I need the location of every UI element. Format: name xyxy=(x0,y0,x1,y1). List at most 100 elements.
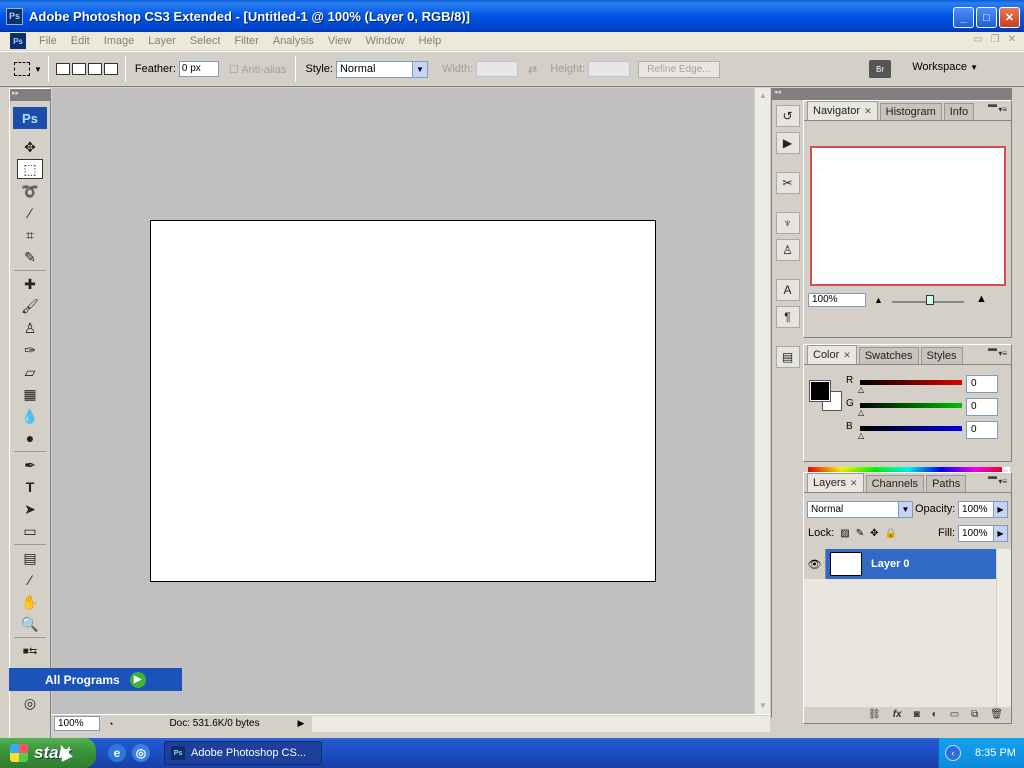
lock-transparent-icon[interactable]: ▨ xyxy=(840,528,849,539)
height-input[interactable] xyxy=(588,61,631,77)
blend-mode-select[interactable]: Normal ▼ xyxy=(807,501,913,518)
panel-menu-icon[interactable]: ▾≡ xyxy=(998,105,1007,114)
layer-mask-icon[interactable]: ◙ xyxy=(914,709,920,720)
brushes-icon[interactable]: ♆ xyxy=(775,212,800,234)
refine-edge-button[interactable]: Refine Edge... xyxy=(638,60,720,78)
doc-close-icon[interactable]: ✕ xyxy=(1008,34,1016,45)
gradient-icon[interactable]: ▦ xyxy=(17,384,43,404)
new-group-icon[interactable]: ▭ xyxy=(950,709,959,720)
quick-mask-icon[interactable]: ◎ xyxy=(17,693,43,713)
path-select-icon[interactable]: ➤ xyxy=(17,499,43,519)
status-menu-icon[interactable]: ▶ xyxy=(298,718,305,729)
clone-source-icon[interactable]: ♙ xyxy=(775,239,800,261)
maximize-button[interactable]: □ xyxy=(976,7,997,28)
horizontal-scrollbar[interactable] xyxy=(312,715,770,732)
tab-layers[interactable]: Layers ✕ xyxy=(807,473,864,492)
foreground-color-swatch[interactable] xyxy=(809,380,831,402)
brush-icon[interactable]: 🖌 xyxy=(17,296,43,316)
tab-styles[interactable]: Styles xyxy=(920,347,963,364)
layer-comps-icon[interactable]: ▤ xyxy=(775,346,800,368)
taskbar-photoshop-item[interactable]: Ps Adobe Photoshop CS... xyxy=(164,741,322,765)
all-programs-menu[interactable]: All Programs ▶ xyxy=(9,668,182,691)
opacity-input[interactable]: 100% ▶ xyxy=(958,501,1008,518)
tab-paths[interactable]: Paths xyxy=(926,475,967,492)
red-slider[interactable] xyxy=(860,380,962,385)
type-icon[interactable]: T xyxy=(17,477,43,497)
menu-layer[interactable]: Layer xyxy=(141,35,183,47)
crop-icon[interactable]: ⌗ xyxy=(17,225,43,245)
green-value-input[interactable]: 0 xyxy=(966,398,998,416)
intersect-selection-icon[interactable] xyxy=(103,63,118,75)
menu-window[interactable]: Window xyxy=(358,35,411,47)
zoom-in-icon[interactable]: ▲ xyxy=(976,293,987,305)
new-layer-icon[interactable]: ⧉ xyxy=(971,709,978,720)
layer-name[interactable]: Layer 0 xyxy=(871,558,910,570)
zoom-out-icon[interactable]: ▲ xyxy=(874,295,883,305)
shape-icon[interactable]: ▭ xyxy=(17,521,43,541)
vertical-scrollbar[interactable]: ▲ ▼ xyxy=(754,88,770,714)
menu-help[interactable]: Help xyxy=(412,35,449,47)
character-icon[interactable]: A xyxy=(775,279,800,301)
panel-menu-icon[interactable]: ▾≡ xyxy=(998,477,1007,486)
tab-navigator[interactable]: Navigator ✕ xyxy=(807,101,878,120)
eye-icon[interactable]: 👁 xyxy=(804,549,826,579)
clone-stamp-icon[interactable]: ♙ xyxy=(17,318,43,338)
history-icon[interactable]: ↺ xyxy=(775,105,800,127)
lock-all-icon[interactable]: 🔒 xyxy=(885,528,897,539)
chevron-right-icon[interactable]: ▶ xyxy=(993,502,1007,517)
pen-icon[interactable]: ✒ xyxy=(17,455,43,475)
internet-explorer-icon[interactable]: e xyxy=(108,744,126,762)
color-swatch-icon[interactable]: ■⇆ xyxy=(17,641,43,661)
tools-collapse-icon[interactable]: ▸▸ xyxy=(10,89,50,101)
slider-handle-icon[interactable]: △ xyxy=(858,431,864,440)
quick-launch-icon[interactable]: ◎ xyxy=(132,744,150,762)
move-icon[interactable]: ✥ xyxy=(17,137,43,157)
menu-analysis[interactable]: Analysis xyxy=(266,35,321,47)
menu-image[interactable]: Image xyxy=(97,35,142,47)
doc-restore-icon[interactable]: ❐ xyxy=(991,34,1000,45)
preset-dropdown-icon[interactable]: ▼ xyxy=(34,65,42,74)
document-icon[interactable]: Ps xyxy=(10,33,26,49)
close-icon[interactable]: ✕ xyxy=(850,478,858,489)
zoom-icon[interactable]: 🔍 xyxy=(17,614,43,634)
slice-icon[interactable]: ✎ xyxy=(17,247,43,267)
dock-collapse-icon[interactable]: ◂◂ xyxy=(772,88,803,100)
tool-presets-icon[interactable]: ✂ xyxy=(775,172,800,194)
show-hidden-icons-icon[interactable]: ‹ xyxy=(945,745,961,761)
lock-position-icon[interactable]: ✥ xyxy=(870,528,878,539)
panel-minimize-icon[interactable]: ▬ xyxy=(988,343,997,353)
lock-image-icon[interactable]: ✎ xyxy=(856,528,864,539)
close-icon[interactable]: ✕ xyxy=(864,106,872,117)
notes-icon[interactable]: ▤ xyxy=(17,548,43,568)
navigator-zoom-input[interactable]: 100% xyxy=(808,293,866,307)
adjustment-layer-icon[interactable]: ◐ xyxy=(932,709,938,720)
marquee-icon[interactable]: ⬚ xyxy=(17,159,43,179)
start-button[interactable]: start xyxy=(0,738,96,768)
lasso-icon[interactable]: ➰ xyxy=(17,181,43,201)
work-area[interactable] xyxy=(52,88,754,714)
close-icon[interactable]: ✕ xyxy=(843,350,851,361)
layer-style-icon[interactable]: fx xyxy=(893,709,902,720)
layer-thumbnail[interactable] xyxy=(830,552,862,576)
scroll-up-icon[interactable]: ▲ xyxy=(755,88,771,104)
blue-slider[interactable] xyxy=(860,426,962,431)
tab-swatches[interactable]: Swatches xyxy=(858,347,919,364)
layer-row[interactable]: 👁 Layer 0 xyxy=(804,549,996,579)
tab-histogram[interactable]: Histogram xyxy=(879,103,942,120)
navigator-preview[interactable] xyxy=(810,146,1006,286)
layers-scrollbar[interactable] xyxy=(997,549,1011,707)
panel-minimize-icon[interactable]: ▬ xyxy=(988,471,997,481)
tab-channels[interactable]: Channels xyxy=(865,475,925,492)
history-brush-icon[interactable]: ✑ xyxy=(17,340,43,360)
clock[interactable]: 8:35 PM xyxy=(975,747,1016,759)
magic-wand-icon[interactable]: ⁄ xyxy=(17,203,43,223)
menu-view[interactable]: View xyxy=(321,35,359,47)
minimize-button[interactable]: _ xyxy=(953,7,974,28)
layers-list-area[interactable] xyxy=(804,579,996,707)
fill-input[interactable]: 100% ▶ xyxy=(958,525,1008,542)
link-layers-icon[interactable]: ⛓ xyxy=(868,709,881,720)
zoom-slider-handle[interactable] xyxy=(926,295,934,305)
chevron-right-icon[interactable]: ▶ xyxy=(993,526,1007,541)
tab-color[interactable]: Color ✕ xyxy=(807,345,857,364)
tool-preset-icon[interactable] xyxy=(14,62,30,76)
